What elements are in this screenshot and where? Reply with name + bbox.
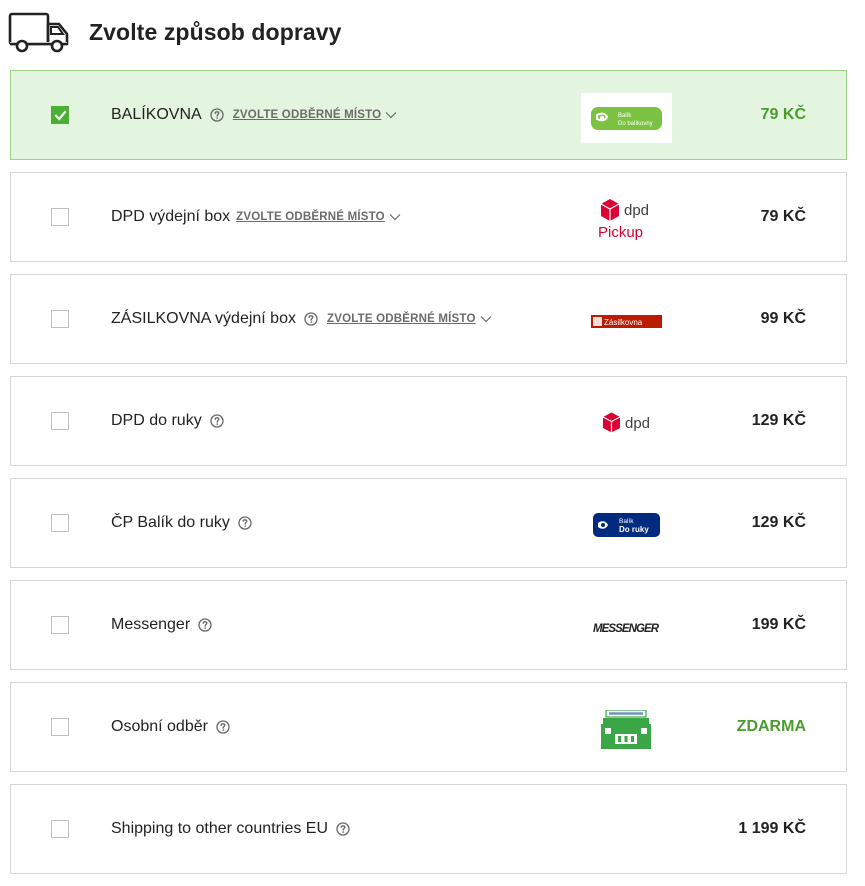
- store-building-icon: [600, 709, 652, 750]
- shipping-header: Zvolte způsob dopravy: [0, 0, 865, 66]
- balikovna-logo: Balík Do balíkovny: [581, 93, 672, 143]
- help-icon[interactable]: [210, 108, 224, 122]
- logo-line1: Balík: [619, 518, 634, 525]
- chevron-down-icon: [385, 112, 397, 119]
- option-checkbox[interactable]: [51, 208, 69, 226]
- option-price: 129 KČ: [751, 412, 806, 429]
- logo-line1: Balík: [618, 113, 632, 119]
- option-price: 1 199 KČ: [738, 820, 806, 837]
- option-checkbox[interactable]: [51, 514, 69, 532]
- option-name: Osobní odběr: [111, 718, 208, 735]
- option-name: ZÁSILKOVNA výdejní box: [111, 310, 296, 327]
- help-icon[interactable]: [198, 618, 212, 632]
- shipping-option-cp-balik[interactable]: ČP Balík do ruky Balík Do ruky 129 KČ: [10, 478, 847, 568]
- option-price: ZDARMA: [736, 718, 806, 735]
- option-checkbox[interactable]: [51, 616, 69, 634]
- option-name: Shipping to other countries EU: [111, 820, 329, 837]
- help-icon[interactable]: [210, 414, 224, 428]
- choose-pickup-point-link[interactable]: ZVOLTE ODBĚRNÉ MÍSTO: [233, 109, 398, 121]
- chevron-down-icon: [480, 316, 492, 323]
- option-checkbox[interactable]: [51, 310, 69, 328]
- option-name: DPD do ruky: [111, 412, 202, 429]
- logo-line1: Zásilkovna: [604, 318, 643, 327]
- option-price: 129 KČ: [751, 514, 806, 531]
- dpd-logo: dpd: [601, 412, 653, 434]
- logo-line1: dpd: [625, 415, 650, 432]
- shipping-option-osobni-odber[interactable]: Osobní odběr ZDARMA: [10, 682, 847, 772]
- chevron-down-icon: [389, 214, 401, 221]
- checkmark-icon: [54, 110, 67, 121]
- messenger-logo: MESSENGER: [593, 620, 661, 635]
- logo-line1: dpd: [624, 202, 649, 219]
- logo-line1: MESSENGER: [593, 623, 660, 634]
- option-name: DPD výdejní box: [111, 208, 231, 225]
- pickup-link-label: ZVOLTE ODBĚRNÉ MÍSTO: [232, 109, 382, 121]
- shipping-option-eu[interactable]: Shipping to other countries EU 1 199 KČ: [10, 784, 847, 874]
- shipping-options-list: BALÍKOVNA ZVOLTE ODBĚRNÉ MÍSTO Balík Do bal…: [10, 70, 847, 886]
- option-price: 99 KČ: [760, 310, 806, 327]
- cp-balik-do-ruky-logo: Balík Do ruky: [593, 513, 660, 537]
- option-checkbox[interactable]: [51, 106, 69, 124]
- shipping-option-dpd-box[interactable]: DPD výdejní box ZVOLTE ODBĚRNÉ MÍSTO dpd Pi…: [10, 172, 847, 262]
- option-price: 79 KČ: [760, 106, 806, 123]
- help-icon[interactable]: [304, 312, 318, 326]
- truck-icon: [8, 12, 69, 53]
- option-checkbox[interactable]: [51, 718, 69, 736]
- option-price: 79 KČ: [760, 208, 806, 225]
- help-icon[interactable]: [336, 822, 350, 836]
- shipping-option-messenger[interactable]: Messenger MESSENGER 199 KČ: [10, 580, 847, 670]
- help-icon[interactable]: [238, 516, 252, 530]
- logo-line2: Do ruky: [619, 525, 649, 534]
- zasilkovna-logo: Zásilkovna: [591, 315, 662, 328]
- option-price: 199 KČ: [751, 616, 806, 633]
- shipping-option-zasilkovna-box[interactable]: ZÁSILKOVNA výdejní box ZVOLTE ODBĚRNÉ MÍS…: [10, 274, 847, 364]
- option-name: BALÍKOVNA: [111, 106, 202, 123]
- logo-line2: Pickup: [598, 224, 643, 241]
- help-icon[interactable]: [216, 720, 230, 734]
- option-name: ČP Balík do ruky: [111, 514, 230, 531]
- option-name: Messenger: [111, 616, 191, 633]
- choose-pickup-point-link[interactable]: ZVOLTE ODBĚRNÉ MÍSTO: [327, 313, 492, 325]
- choose-pickup-point-link[interactable]: ZVOLTE ODBĚRNÉ MÍSTO: [236, 211, 401, 223]
- dpd-pickup-logo: dpd Pickup: [597, 198, 657, 242]
- shipping-option-dpd-ruky[interactable]: DPD do ruky dpd 129 KČ: [10, 376, 847, 466]
- option-checkbox[interactable]: [51, 820, 69, 838]
- shipping-option-balikovna[interactable]: BALÍKOVNA ZVOLTE ODBĚRNÉ MÍSTO Balík Do bal…: [10, 70, 847, 160]
- page-title: Zvolte způsob dopravy: [89, 19, 342, 45]
- option-checkbox[interactable]: [51, 412, 69, 430]
- logo-line2: Do balíkovny: [618, 121, 653, 127]
- pickup-link-label: ZVOLTE ODBĚRNÉ MÍSTO: [236, 211, 385, 223]
- pickup-link-label: ZVOLTE ODBĚRNÉ MÍSTO: [326, 313, 476, 325]
